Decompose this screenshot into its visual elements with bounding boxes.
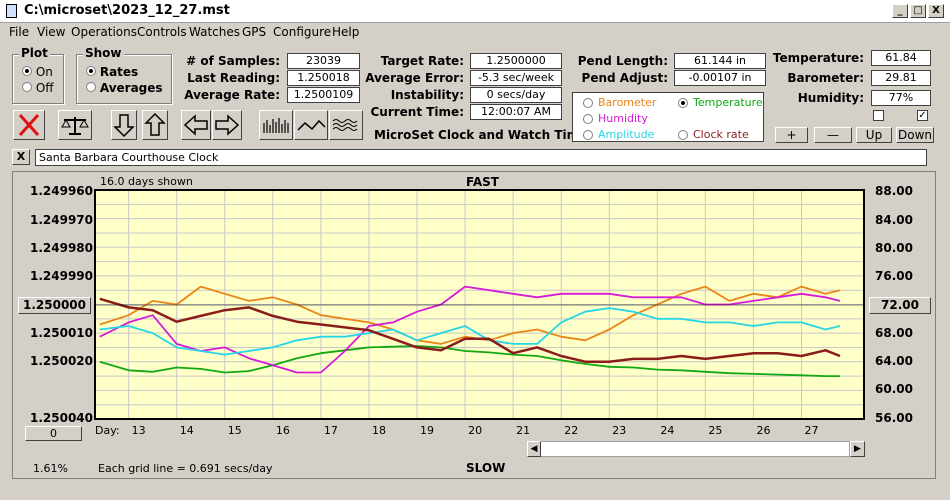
x-tick-label: 25: [708, 424, 723, 437]
y-right-tick: 88.00: [875, 184, 913, 198]
x-tick-label: 21: [516, 424, 531, 437]
center-rate-button[interactable]: 1.250000: [18, 297, 91, 314]
x-tick-label: 17: [323, 424, 338, 437]
y-left-tick: 1.249970: [30, 213, 94, 227]
x-tick-label: 27: [804, 424, 819, 437]
x-tick-label: 24: [660, 424, 675, 437]
scroll-left-icon: ◀: [530, 444, 538, 454]
scroll-left-button[interactable]: ◀: [527, 441, 541, 457]
y-right-tick: 68.00: [875, 326, 913, 340]
y-left-tick: 1.249990: [30, 269, 94, 283]
x-tick-label: 20: [468, 424, 483, 437]
scroll-right-icon: ▶: [854, 444, 861, 454]
x-tick-label: 18: [371, 424, 386, 437]
zero-button[interactable]: 0: [25, 426, 82, 441]
grid-note-label: Each grid line = 0.691 secs/day: [98, 462, 273, 475]
y-left-tick: 1.249980: [30, 241, 94, 255]
y-right-tick: 84.00: [875, 213, 913, 227]
y-right-tick: 76.00: [875, 269, 913, 283]
y-right-tick: 64.00: [875, 354, 913, 368]
y-left-tick: 1.250010: [30, 326, 94, 340]
x-tick-label: 23: [612, 424, 627, 437]
day-axis-label: Day:: [95, 424, 120, 437]
y-right-tick: 56.00: [875, 411, 913, 425]
horizontal-scrollbar[interactable]: ◀ ▶: [527, 441, 865, 457]
x-tick-label: 22: [564, 424, 579, 437]
scrollbar-track[interactable]: [541, 442, 850, 456]
y-left-tick: 1.250040: [30, 411, 94, 425]
y-left-tick: 1.249960: [30, 184, 94, 198]
x-tick-label: 26: [756, 424, 771, 437]
scroll-right-button[interactable]: ▶: [850, 441, 865, 457]
x-tick-label: 19: [420, 424, 435, 437]
y-right-tick: 60.00: [875, 382, 913, 396]
x-tick-label: 15: [227, 424, 242, 437]
y-right-tick: 80.00: [875, 241, 913, 255]
slow-label: SLOW: [466, 461, 506, 475]
x-tick-label: 16: [275, 424, 290, 437]
percent-label: 1.61%: [33, 462, 68, 475]
center-environment-button[interactable]: 72.00: [869, 297, 931, 314]
x-tick-label: 13: [131, 424, 146, 437]
y-left-tick: 1.250020: [30, 354, 94, 368]
x-tick-label: 14: [179, 424, 194, 437]
